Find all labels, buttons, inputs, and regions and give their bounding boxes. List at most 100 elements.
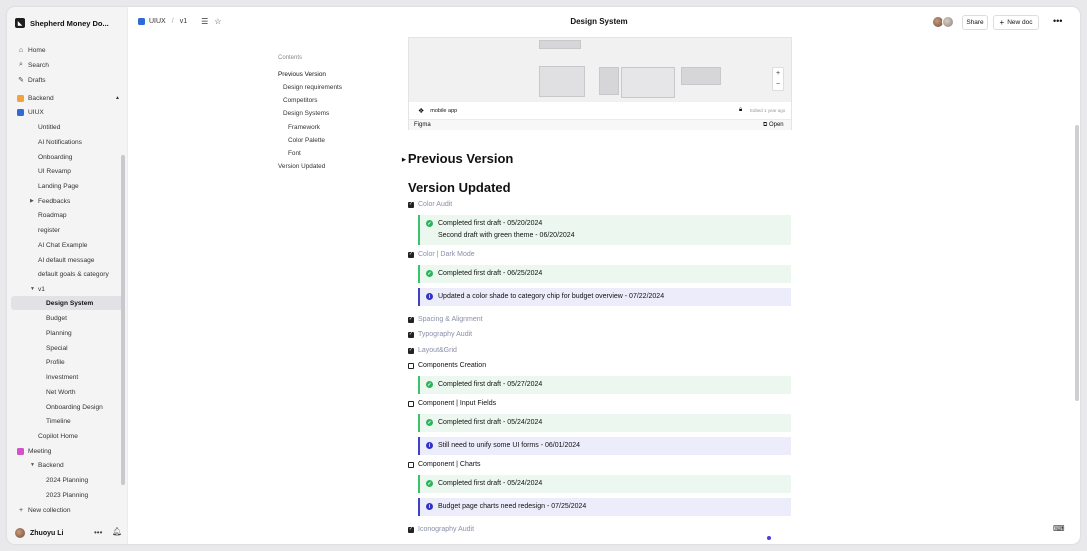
checklist-item[interactable]: ✓ Color | Dark Mode	[408, 251, 475, 258]
collapse-icon[interactable]: ▼	[30, 286, 36, 292]
collection-icon	[17, 94, 24, 102]
checkbox-checked-icon[interactable]: ✓	[408, 251, 414, 258]
sidebar-doc[interactable]: 2024 Planning	[11, 473, 124, 487]
sidebar-doc-v1[interactable]: ▼ v1	[11, 282, 124, 296]
checkbox-checked-icon[interactable]: ✓	[408, 526, 414, 533]
sidebar-doc[interactable]: Onboarding	[11, 150, 124, 164]
user-name: Zhuoyu Li	[30, 529, 64, 537]
sidebar-doc[interactable]: Untitled	[11, 120, 124, 134]
heading-version-updated: Version Updated	[408, 180, 511, 195]
sidebar-item-drafts[interactable]: ✎ Drafts	[11, 73, 124, 87]
checkbox-unchecked-icon[interactable]	[408, 362, 414, 369]
new-doc-button[interactable]: + New doc	[993, 15, 1039, 30]
breadcrumb-collection[interactable]: UIUX	[149, 18, 166, 25]
sidebar-doc[interactable]: Net Worth	[11, 385, 124, 399]
checkbox-unchecked-icon[interactable]	[408, 461, 414, 468]
check-circle-icon: ✓	[426, 381, 433, 388]
zoom-controls[interactable]: + −	[772, 67, 784, 91]
sidebar-doc[interactable]: AI Notifications	[11, 135, 124, 149]
toc-item[interactable]: Color Palette	[288, 137, 325, 144]
open-link[interactable]: ⧉ Open	[763, 122, 784, 129]
collapse-icon[interactable]: ▼	[30, 462, 36, 468]
breadcrumb: UIUX / v1 ☰ ☆	[138, 17, 221, 26]
collection-icon	[17, 447, 24, 455]
collection-icon	[17, 108, 24, 116]
workspace-logo-icon: ◣	[15, 18, 25, 28]
sidebar-doc[interactable]: Onboarding Design	[11, 400, 124, 414]
sidebar-doc-feedbacks[interactable]: ▶ Feedbacks	[11, 194, 124, 208]
toc-icon[interactable]: ☰	[201, 17, 208, 26]
sidebar-doc[interactable]: AI default message	[11, 253, 124, 267]
sidebar-doc[interactable]: register	[11, 223, 124, 237]
sidebar-doc[interactable]: AI Chat Example	[11, 238, 124, 252]
sidebar-doc[interactable]: 2023 Planning	[11, 488, 124, 502]
lock-icon: 🔒︎	[739, 107, 743, 113]
toc-item[interactable]: Competitors	[283, 97, 317, 104]
keyboard-icon[interactable]: ⌨	[1053, 524, 1065, 533]
sidebar-collection-uiux[interactable]: UIUX	[11, 105, 124, 119]
expand-icon[interactable]: ▶	[402, 157, 406, 163]
sidebar-doc[interactable]: Copilot Home	[11, 429, 124, 443]
checkbox-checked-icon[interactable]: ✓	[408, 201, 414, 208]
checkbox-checked-icon[interactable]: ✓	[408, 347, 414, 354]
zoom-in-icon[interactable]: +	[776, 70, 780, 77]
sidebar-doc[interactable]: Profile	[11, 355, 124, 369]
sidebar-item-search[interactable]: ⌕ Search	[11, 58, 124, 72]
toc-heading: Contents	[278, 55, 303, 61]
edited-time: Edited 1 year ago	[750, 108, 786, 113]
sidebar-doc[interactable]: Budget	[11, 311, 124, 325]
sidebar-doc[interactable]: UI Revamp	[11, 164, 124, 178]
checklist-item[interactable]: Component | Charts	[408, 461, 481, 468]
sidebar-doc[interactable]: Landing Page	[11, 179, 124, 193]
checkbox-checked-icon[interactable]: ✓	[408, 331, 414, 338]
sidebar-doc[interactable]: Roadmap	[11, 208, 124, 222]
star-icon[interactable]: ☆	[214, 17, 221, 26]
sidebar-doc[interactable]: Timeline	[11, 414, 124, 428]
sidebar-doc[interactable]: default goals & category	[11, 267, 124, 281]
toc-item[interactable]: Design requirements	[283, 84, 342, 91]
toc-item[interactable]: Design Systems	[283, 110, 329, 117]
collaborators[interactable]	[932, 16, 956, 28]
more-icon[interactable]: •••	[1053, 16, 1062, 26]
sidebar-doc-design-system[interactable]: Design System	[11, 296, 124, 310]
checklist-item[interactable]: Component | Input Fields	[408, 400, 496, 407]
document-scrollbar[interactable]	[1075, 125, 1079, 401]
checkbox-unchecked-icon[interactable]	[408, 400, 414, 407]
sidebar-scrollbar[interactable]	[121, 155, 125, 485]
sidebar-doc[interactable]: Planning	[11, 326, 124, 340]
new-collection-button[interactable]: + New collection	[11, 503, 124, 517]
user-menu[interactable]: Zhuoyu Li ••• 🔔︎	[7, 522, 128, 544]
callout-info: i Budget page charts need redesign - 07/2…	[418, 498, 791, 516]
heading-previous-version[interactable]: ▶ Previous Version	[402, 151, 513, 166]
figma-preview[interactable]: + −	[409, 38, 791, 102]
checkbox-checked-icon[interactable]: ✓	[408, 316, 414, 323]
sidebar-doc[interactable]: Special	[11, 341, 124, 355]
checklist-item[interactable]: ✓ Color Audit	[408, 201, 452, 208]
sidebar: ◣ Shepherd Money Do... ⌂ Home ⌕ Search ✎ Dr…	[7, 7, 128, 544]
checklist-item[interactable]: ✓ Spacing & Alignment	[408, 316, 483, 323]
checklist-item[interactable]: ✓ Iconography Audit	[408, 526, 474, 533]
figma-embed[interactable]: + − ❖ mobile app 🔒︎ Edited 1 year ago Fi…	[408, 37, 792, 130]
toc-item[interactable]: Font	[288, 150, 301, 157]
checklist-item[interactable]: ✓ Typography Audit	[408, 331, 472, 338]
toc-item[interactable]: Version Updated	[278, 163, 325, 170]
sidebar-doc[interactable]: Investment	[11, 370, 124, 384]
collapse-icon[interactable]: ▲	[115, 95, 120, 101]
toc-item[interactable]: Previous Version	[278, 71, 326, 78]
more-icon[interactable]: •••	[94, 528, 102, 537]
toc-item[interactable]: Framework	[288, 124, 320, 131]
sidebar-collection-backend[interactable]: Backend ▲	[11, 91, 124, 105]
notification-icon[interactable]: 🔔︎	[112, 527, 122, 536]
callout-success: ✓ Completed first draft - 05/24/2024	[418, 475, 791, 493]
zoom-out-icon[interactable]: −	[776, 81, 780, 88]
sidebar-item-home[interactable]: ⌂ Home	[11, 43, 124, 57]
callout-success: ✓ Completed first draft - 05/20/2024 Secon…	[418, 215, 791, 245]
share-button[interactable]: Share	[962, 15, 988, 30]
checklist-item[interactable]: Components Creation	[408, 362, 486, 369]
checklist-item[interactable]: ✓ Layout&Grid	[408, 347, 457, 354]
expand-icon[interactable]: ▶	[30, 198, 36, 204]
breadcrumb-doc[interactable]: v1	[180, 18, 187, 25]
sidebar-collection-meeting[interactable]: Meeting	[11, 444, 124, 458]
workspace-switcher[interactable]: ◣ Shepherd Money Do...	[15, 17, 109, 29]
sidebar-doc-backend[interactable]: ▼ Backend	[11, 458, 124, 472]
